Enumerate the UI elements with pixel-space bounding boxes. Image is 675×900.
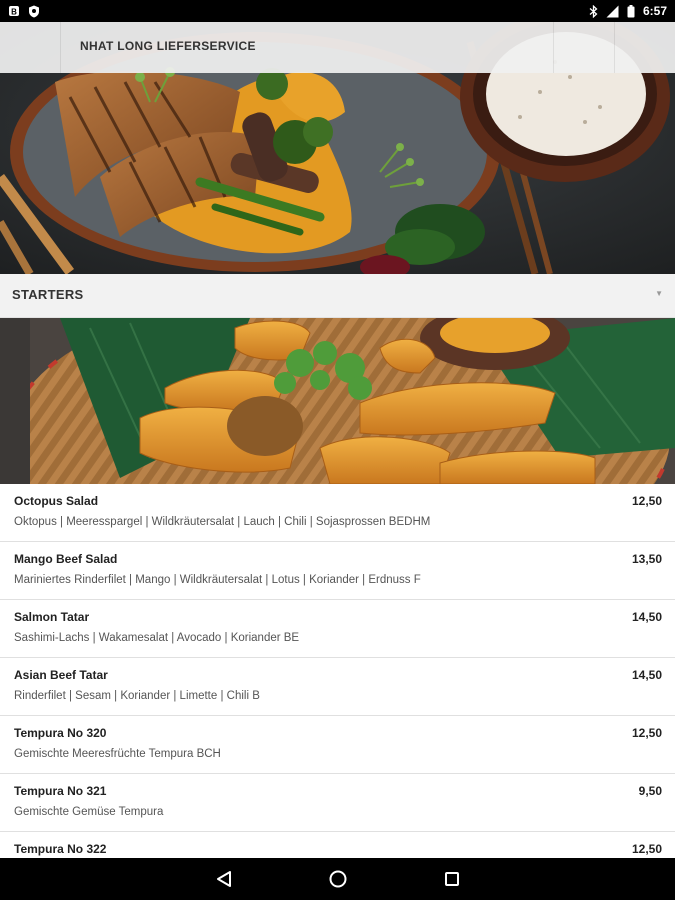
battery-icon (627, 4, 635, 17)
item-price: 13,50 (631, 552, 662, 566)
item-description: Oktopus | Meeresspargel | Wildkräutersal… (14, 516, 431, 528)
app-bar: NHAT LONG LIEFERSERVICE (0, 22, 675, 73)
signal-icon (606, 5, 619, 17)
item-price: 14,50 (631, 668, 662, 682)
bluetooth-icon (589, 4, 598, 18)
clock: 6:57 (642, 4, 667, 18)
svg-text:B: B (11, 8, 17, 17)
item-description: Rinderfilet | Sesam | Koriander | Limett… (14, 690, 260, 702)
item-price: 12,50 (631, 494, 662, 508)
app-bar-divider (553, 22, 554, 73)
item-price: 12,50 (631, 842, 662, 856)
app-bar-divider (60, 22, 61, 73)
navigation-bar (0, 858, 675, 900)
chevron-down-icon: ▼ (655, 289, 663, 298)
item-price: 9,50 (638, 784, 662, 798)
menu-item[interactable]: Mango Beef Salad 13,50 Mariniertes Rinde… (0, 542, 675, 600)
item-name: Salmon Tatar (14, 610, 90, 624)
item-name: Tempura No 320 (14, 726, 107, 740)
back-icon (216, 871, 231, 887)
menu-item[interactable]: Tempura No 321 9,50 Gemischte Gemüse Tem… (0, 774, 675, 832)
item-price: 14,50 (631, 610, 662, 624)
notification-b-icon: B (9, 6, 19, 17)
menu-items-list: Octopus Salad 12,50 Oktopus | Meeresspar… (0, 484, 675, 890)
recents-icon (444, 872, 459, 886)
item-description: Mariniertes Rinderfilet | Mango | Wildkr… (14, 574, 421, 586)
item-name: Tempura No 321 (14, 784, 107, 798)
item-description: Gemischte Gemüse Tempura (14, 806, 164, 818)
category-image (0, 318, 675, 484)
status-bar: B 6:57 (0, 0, 675, 22)
menu-item[interactable]: Tempura No 320 12,50 Gemischte Meeresfrü… (0, 716, 675, 774)
status-right: 6:57 (589, 4, 667, 18)
menu-item[interactable]: Salmon Tatar 14,50 Sashimi-Lachs | Wakam… (0, 600, 675, 658)
item-name: Mango Beef Salad (14, 552, 118, 566)
status-left: B (8, 5, 40, 18)
item-description: Gemischte Meeresfrüchte Tempura BCH (14, 748, 221, 760)
item-name: Tempura No 322 (14, 842, 107, 856)
app-bar-divider (614, 22, 615, 73)
category-header-starters[interactable]: STARTERS ▼ (0, 274, 675, 318)
home-icon (329, 870, 346, 888)
shield-icon (29, 5, 39, 17)
item-description: Sashimi-Lachs | Wakamesalat | Avocado | … (14, 632, 300, 644)
home-button[interactable] (325, 866, 351, 892)
category-label: STARTERS (12, 287, 84, 302)
back-button[interactable] (211, 866, 237, 892)
item-name: Octopus Salad (14, 494, 99, 508)
recents-button[interactable] (439, 866, 465, 892)
item-price: 12,50 (631, 726, 662, 740)
item-name: Asian Beef Tatar (14, 668, 108, 682)
menu-item[interactable]: Octopus Salad 12,50 Oktopus | Meeresspar… (0, 484, 675, 542)
app-title: NHAT LONG LIEFERSERVICE (80, 39, 256, 53)
menu-item[interactable]: Asian Beef Tatar 14,50 Rinderfilet | Ses… (0, 658, 675, 716)
